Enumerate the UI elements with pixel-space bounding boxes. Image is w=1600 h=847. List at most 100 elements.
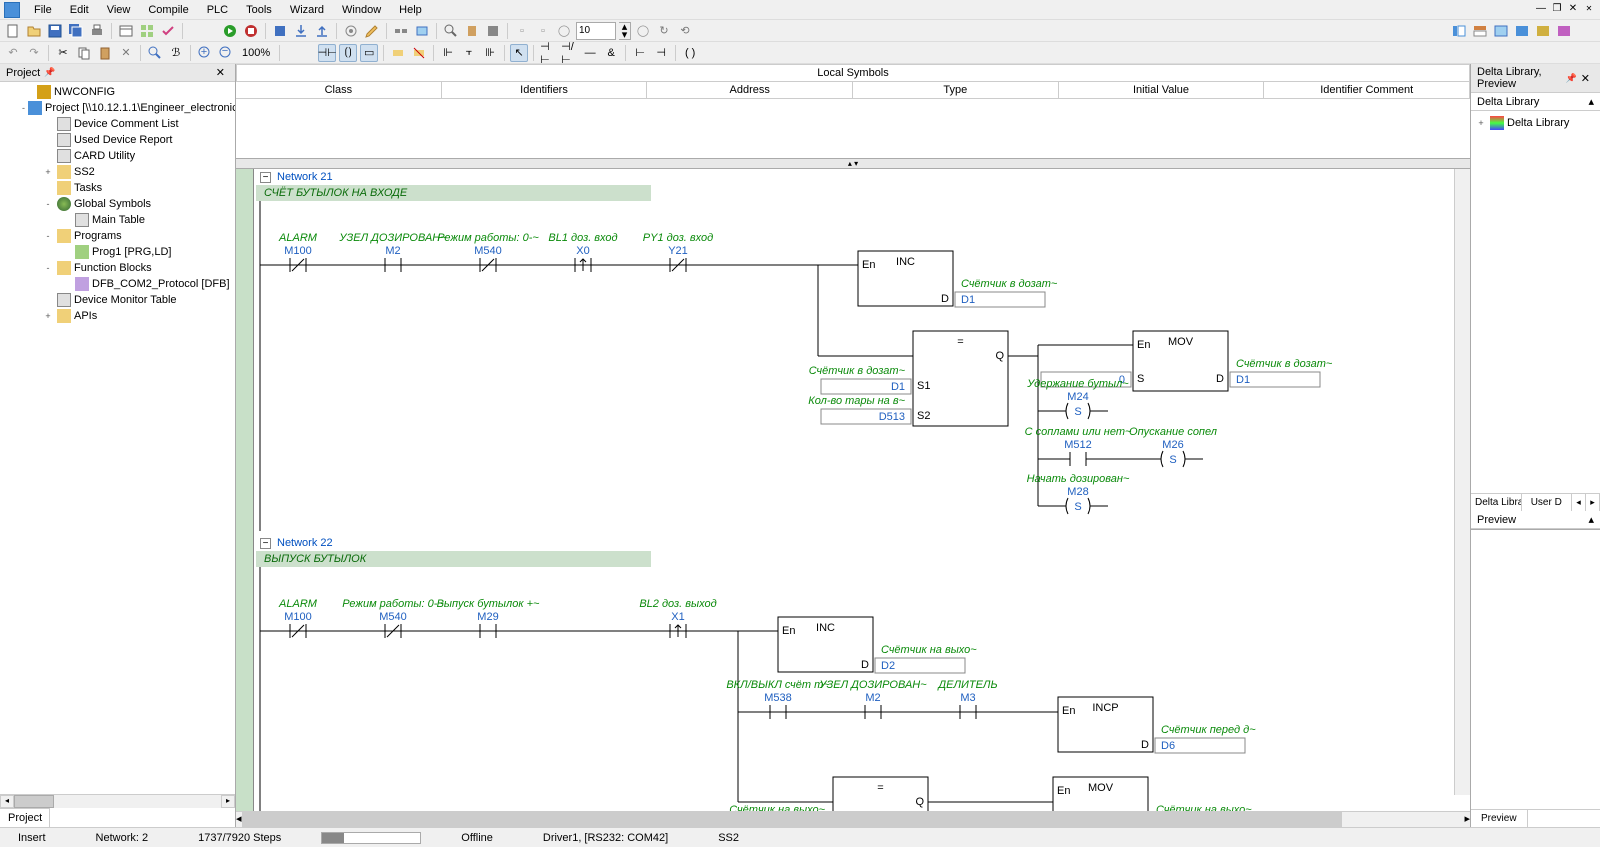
- panel-d-icon[interactable]: [1513, 22, 1531, 40]
- project-icon[interactable]: [117, 22, 135, 40]
- find2-icon[interactable]: [146, 44, 164, 62]
- network-comment[interactable]: ВЫПУСК БУТЫЛОК: [256, 551, 651, 567]
- device-icon[interactable]: [463, 22, 481, 40]
- print-icon[interactable]: [88, 22, 106, 40]
- expand-icon[interactable]: +: [42, 311, 54, 321]
- tab-delta-library[interactable]: Delta Library: [1471, 494, 1522, 511]
- tree-item[interactable]: DFB_COM2_Protocol [DFB]: [2, 276, 233, 292]
- tree-item[interactable]: Tasks: [2, 180, 233, 196]
- expand-icon[interactable]: -: [22, 103, 25, 113]
- col-type[interactable]: Type: [853, 82, 1059, 98]
- tree-item[interactable]: Device Comment List: [2, 116, 233, 132]
- tool-a-icon[interactable]: ▫: [513, 22, 531, 40]
- restore-button[interactable]: ❐: [1550, 4, 1564, 16]
- project-tab[interactable]: Project: [0, 808, 50, 827]
- expand-icon[interactable]: -: [42, 231, 54, 241]
- network-collapse-icon[interactable]: −: [260, 538, 271, 549]
- select-icon[interactable]: ↖: [510, 44, 528, 62]
- step-input[interactable]: [576, 22, 616, 40]
- minimize-button[interactable]: —: [1534, 4, 1548, 16]
- col-identifiers[interactable]: Identifiers: [442, 82, 648, 98]
- ld-coil2-icon[interactable]: ( ): [681, 44, 699, 62]
- paste-icon[interactable]: [96, 44, 114, 62]
- menu-compile[interactable]: Compile: [140, 2, 196, 18]
- ladder-hscroll[interactable]: ◂ ▸: [236, 811, 1470, 827]
- symbols-collapse[interactable]: ▴ ▾: [236, 159, 1470, 169]
- compile-icon[interactable]: [271, 22, 289, 40]
- network-22[interactable]: − Network 22 ВЫПУСК БУТЫЛОК ALARM M100 Р…: [254, 535, 1470, 811]
- scroll-right-icon[interactable]: ▸: [221, 795, 235, 808]
- goto-icon[interactable]: ℬ: [167, 44, 185, 62]
- monitor-icon[interactable]: [342, 22, 360, 40]
- tool-c-icon[interactable]: ◯: [555, 22, 573, 40]
- undo-icon[interactable]: ↶: [4, 44, 22, 62]
- project-tree[interactable]: NWCONFIG-Project [\\10.12.1.1\Engineer_e…: [0, 82, 235, 794]
- grid-icon[interactable]: [138, 22, 156, 40]
- panel-b-icon[interactable]: [1471, 22, 1489, 40]
- ld-fb-icon[interactable]: ▭: [360, 44, 378, 62]
- ld-line-icon[interactable]: —: [581, 44, 599, 62]
- lib-root-label[interactable]: Delta Library: [1507, 117, 1569, 129]
- network-comment[interactable]: СЧЁТ БУТЫЛОК НА ВХОДЕ: [256, 185, 651, 201]
- tool-b-icon[interactable]: ▫: [534, 22, 552, 40]
- upload-icon[interactable]: [313, 22, 331, 40]
- panel-e-icon[interactable]: [1534, 22, 1552, 40]
- panel-a-icon[interactable]: [1450, 22, 1468, 40]
- simulate-icon[interactable]: [413, 22, 431, 40]
- tool-e-icon[interactable]: ⟲: [676, 22, 694, 40]
- ld-contact-icon[interactable]: ⊣⊢: [318, 44, 336, 62]
- ld-coil-icon[interactable]: ⟮⟯: [339, 44, 357, 62]
- library-tree[interactable]: + Delta Library: [1471, 111, 1600, 493]
- lib-tab-next-icon[interactable]: ▸: [1586, 494, 1600, 511]
- tree-hscroll[interactable]: ◂ ▸: [0, 794, 235, 808]
- ladder-vscroll[interactable]: [1454, 169, 1470, 795]
- open-icon[interactable]: [25, 22, 43, 40]
- expand-icon[interactable]: -: [42, 263, 54, 273]
- tree-item[interactable]: +APIs: [2, 308, 233, 324]
- copy-icon[interactable]: [75, 44, 93, 62]
- ld-no-icon[interactable]: ⊣ ⊢: [539, 44, 557, 62]
- tree-item[interactable]: -Programs: [2, 228, 233, 244]
- ld-nc-icon[interactable]: ⊣/⊢: [560, 44, 578, 62]
- download-icon[interactable]: [292, 22, 310, 40]
- tree-item[interactable]: -Function Blocks: [2, 260, 233, 276]
- panel-c-icon[interactable]: [1492, 22, 1510, 40]
- menu-file[interactable]: File: [26, 2, 60, 18]
- tree-item[interactable]: +SS2: [2, 164, 233, 180]
- pin-icon[interactable]: 📌: [44, 67, 55, 78]
- tree-item[interactable]: Device Monitor Table: [2, 292, 233, 308]
- panel-f-icon[interactable]: [1555, 22, 1573, 40]
- net-del-icon[interactable]: [410, 44, 428, 62]
- del-icon[interactable]: ✕: [117, 44, 135, 62]
- save-icon[interactable]: [46, 22, 64, 40]
- connect-icon[interactable]: [392, 22, 410, 40]
- tree-item[interactable]: -Project [\\10.12.1.1\Engineer_electroni…: [2, 100, 233, 116]
- menu-view[interactable]: View: [99, 2, 139, 18]
- tree-item[interactable]: NWCONFIG: [2, 84, 233, 100]
- lib-collapse-icon[interactable]: ▴: [1588, 95, 1594, 108]
- ld-and-icon[interactable]: &: [602, 44, 620, 62]
- zoomin-icon[interactable]: +: [196, 44, 214, 62]
- menu-wizard[interactable]: Wizard: [282, 2, 332, 18]
- menu-plc[interactable]: PLC: [199, 2, 236, 18]
- network-21[interactable]: − Network 21 СЧЁТ БУТЫЛОК НА ВХОДЕ ALARM…: [254, 169, 1470, 531]
- ld-branch-icon[interactable]: ⊢: [631, 44, 649, 62]
- lib-close-icon[interactable]: ✕: [1577, 72, 1594, 85]
- net-new-icon[interactable]: [389, 44, 407, 62]
- mdi-close-button[interactable]: ✕: [1582, 4, 1596, 16]
- step-spinner[interactable]: ▴▾: [619, 22, 631, 40]
- saveall-icon[interactable]: [67, 22, 85, 40]
- lib-expand-icon[interactable]: +: [1475, 118, 1487, 128]
- network-21-rung[interactable]: ALARM M100 УЗЕЛ ДОЗИРОВАН~ M2 Режим рабо…: [258, 201, 1358, 531]
- network-22-rung[interactable]: ALARM M100 Режим работы: 0-~ M540 Выпуск…: [258, 567, 1358, 811]
- network-label[interactable]: Network 22: [277, 537, 333, 549]
- network-label[interactable]: Network 21: [277, 171, 333, 183]
- menu-window[interactable]: Window: [334, 2, 389, 18]
- lib-pin-icon[interactable]: 📌: [1566, 73, 1577, 84]
- lib-tab-prev-icon[interactable]: ◂: [1572, 494, 1586, 511]
- col-class[interactable]: Class: [236, 82, 442, 98]
- check-icon[interactable]: [159, 22, 177, 40]
- plc-icon[interactable]: [484, 22, 502, 40]
- redo-icon[interactable]: ↷: [25, 44, 43, 62]
- zoomout-icon[interactable]: −: [217, 44, 235, 62]
